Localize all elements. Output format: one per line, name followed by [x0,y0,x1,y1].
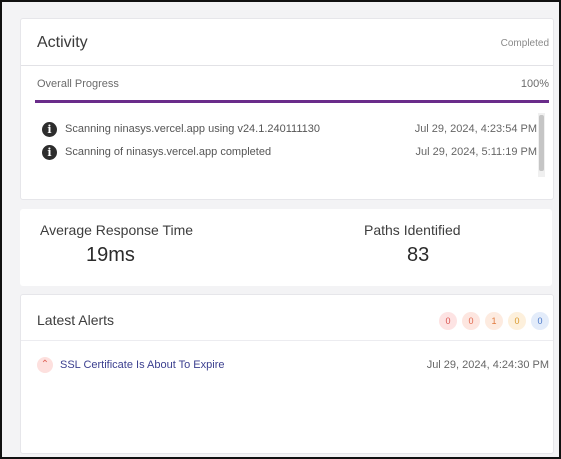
severity-count-badge[interactable]: 0 [531,312,549,330]
progress-label: Overall Progress [37,78,119,90]
avg-response-value: 19ms [86,244,135,266]
log-scrollbar[interactable] [538,113,545,177]
divider [21,340,553,341]
activity-status: Completed [500,38,549,49]
scrollbar-thumb[interactable] [539,115,544,171]
log-timestamp: Jul 29, 2024, 4:23:54 PM [414,123,537,135]
progress-bar-fill [35,100,549,103]
latest-alerts-card: Latest Alerts 0 0 1 0 0 ⌃ SSL Certificat… [20,294,554,454]
log-timestamp: Jul 29, 2024, 5:11:19 PM [415,146,538,158]
alert-item[interactable]: ⌃ SSL Certificate Is About To Expire Jul… [37,357,549,375]
log-row: i Scanning of ninasys.vercel.app complet… [35,142,537,164]
log-message: Scanning of ninasys.vercel.app completed [65,146,272,158]
progress-value: 100% [520,78,549,90]
alerts-title: Latest Alerts [37,312,115,328]
severity-count-badge[interactable]: 0 [508,312,526,330]
chevron-up-icon: ⌃ [37,357,53,373]
alert-timestamp: Jul 29, 2024, 4:24:30 PM [426,359,549,371]
severity-count-badge[interactable]: 0 [462,312,480,330]
progress-bar [35,100,549,103]
log-row: i Scanning ninasys.vercel.app using v24.… [35,119,537,141]
log-message: Scanning ninasys.vercel.app using v24.1.… [65,123,321,135]
severity-count-badge[interactable]: 1 [485,312,503,330]
activity-title: Activity [37,34,88,51]
activity-card: Activity Completed Overall Progress 100%… [20,18,554,200]
paths-identified-label: Paths Identified [364,222,461,238]
scan-summary-panel: Activity Completed Overall Progress 100%… [0,0,561,459]
severity-badges: 0 0 1 0 0 [439,312,549,330]
activity-log[interactable]: i Scanning ninasys.vercel.app using v24.… [35,113,545,177]
severity-count-badge[interactable]: 0 [439,312,457,330]
stats-section: Average Response Time 19ms Paths Identif… [20,209,552,286]
alert-title-link[interactable]: SSL Certificate Is About To Expire [60,359,224,371]
paths-identified-value: 83 [407,244,430,266]
info-icon: i [42,145,57,160]
divider [21,65,553,66]
info-icon: i [42,122,57,137]
avg-response-label: Average Response Time [40,222,194,238]
